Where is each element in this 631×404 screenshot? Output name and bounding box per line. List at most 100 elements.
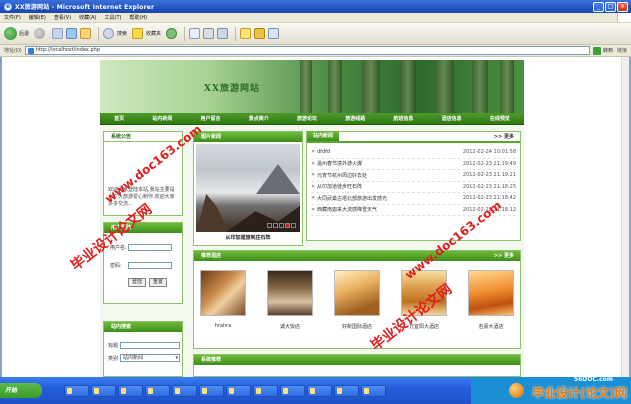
- hotels-more-link[interactable]: >> 更多: [494, 251, 520, 261]
- login-buttons: 登陆 重置: [128, 278, 182, 287]
- favorites-button[interactable]: 收藏夹: [132, 28, 161, 39]
- taskbar-item[interactable]: [361, 384, 386, 397]
- nav-forum[interactable]: 旅游论坛: [297, 115, 317, 122]
- hotel-image[interactable]: [267, 270, 313, 316]
- hotel-card[interactable]: hrahra: [200, 270, 246, 330]
- site-title: XX旅游网站: [204, 84, 260, 94]
- photo-caption[interactable]: 从印加道旅到庄石阵: [194, 234, 302, 241]
- keyword-input[interactable]: [120, 342, 180, 349]
- window-controls: _ □ ×: [593, 1, 628, 12]
- search-button[interactable]: 搜索: [103, 28, 127, 39]
- menu-file[interactable]: 文件(F): [4, 14, 21, 21]
- edit-icon[interactable]: [217, 28, 229, 39]
- hotel-image[interactable]: [200, 270, 246, 316]
- folder-icon[interactable]: [240, 28, 252, 39]
- menu-edit[interactable]: 编辑(E): [29, 14, 46, 21]
- nav-home[interactable]: 首页: [114, 115, 124, 122]
- hotels-panel: 推荐酒店 >> 更多 hrahra 诚大饭店 好新国际酒店 万宜阳大酒店 名豪大…: [193, 250, 521, 349]
- type-label: 类别: [108, 355, 119, 362]
- hotel-card[interactable]: 诚大饭店: [267, 270, 313, 330]
- nav-news[interactable]: 站内新闻: [152, 115, 172, 122]
- taskbar-item[interactable]: [118, 384, 143, 397]
- site-banner: XX旅游网站: [100, 60, 524, 113]
- toolbar-divider: [184, 26, 186, 41]
- back-label: 后退: [19, 31, 30, 37]
- type-select[interactable]: 站内新闻: [120, 354, 180, 362]
- back-arrow-icon: [4, 27, 17, 40]
- menu-view[interactable]: 查看(V): [54, 14, 71, 21]
- browser-toolbar: 后退 搜索 收藏夹: [0, 23, 631, 45]
- nav-guestbook[interactable]: 用户留言: [201, 115, 221, 122]
- reset-button[interactable]: 重置: [149, 278, 168, 287]
- keyword-label: 标题: [108, 343, 119, 349]
- hotel-card[interactable]: 好新国际酒店: [334, 270, 380, 330]
- mail-icon[interactable]: [189, 28, 201, 39]
- hotel-image[interactable]: [468, 270, 514, 316]
- travel-website: XX旅游网站 首页 站内新闻 用户留言 景点简介 旅游论坛 旅游线路 航班信息 …: [100, 60, 524, 377]
- menu-favorites[interactable]: 收藏(A): [79, 14, 96, 21]
- photo-news-title: 图片新闻: [194, 132, 302, 142]
- nav-routes[interactable]: 旅游线路: [345, 115, 365, 122]
- nav-attractions[interactable]: 景点简介: [249, 115, 269, 122]
- menu-help[interactable]: 帮助(H): [129, 14, 147, 21]
- address-input[interactable]: http://localhost/index.php: [24, 46, 590, 55]
- menu-tools[interactable]: 工具(T): [105, 14, 122, 21]
- history-icon[interactable]: [166, 28, 178, 39]
- photo-pager[interactable]: [267, 223, 296, 228]
- star-icon: [132, 28, 144, 39]
- stop-icon[interactable]: [52, 28, 64, 39]
- taskbar-item[interactable]: [172, 384, 197, 397]
- forward-button[interactable]: [34, 28, 47, 39]
- favorites-label: 收藏夹: [146, 31, 162, 37]
- home-icon[interactable]: [80, 28, 92, 39]
- taskbar-item[interactable]: [226, 384, 251, 397]
- nav-hotels[interactable]: 酒店信息: [442, 115, 462, 122]
- recommended-routes-panel: 系统推荐: [193, 354, 521, 377]
- hotel-name[interactable]: 好新国际酒店: [334, 323, 380, 330]
- username-input[interactable]: [128, 244, 172, 251]
- login-button[interactable]: 登陆: [128, 278, 147, 287]
- news-item[interactable]: ✕ 元宵节杭州周边好去处 2012-02-23 21:19:21: [311, 170, 516, 182]
- go-button[interactable]: 转到: [592, 46, 613, 55]
- search-icon: [103, 28, 115, 39]
- maximize-icon[interactable]: □: [605, 1, 616, 12]
- print-icon[interactable]: [203, 28, 215, 39]
- go-label: 转到: [602, 48, 613, 54]
- hotel-name[interactable]: 名豪大酒店: [468, 323, 514, 330]
- taskbar-item[interactable]: [334, 384, 359, 397]
- password-input[interactable]: [128, 262, 172, 269]
- news-more-link[interactable]: >> 更多: [494, 133, 520, 140]
- taskbar-item[interactable]: [307, 384, 332, 397]
- taskbar-item[interactable]: [145, 384, 170, 397]
- taskbar-item[interactable]: [253, 384, 278, 397]
- taskbar-item[interactable]: [64, 384, 89, 397]
- username-row: 用户名:: [110, 244, 182, 251]
- news-item[interactable]: ✕ 大同武桑古塔北部旅游出发感光 2012-02-23 21:18:42: [311, 193, 516, 205]
- close-icon[interactable]: ×: [617, 1, 628, 12]
- back-button[interactable]: 后退: [4, 27, 29, 40]
- taskbar-item[interactable]: [199, 384, 224, 397]
- type-row: 类别 站内新闻: [108, 354, 182, 362]
- messenger-icon[interactable]: [254, 28, 266, 39]
- news-item[interactable]: ✕ dfdfd 2012-02-24 10:01:58: [311, 147, 516, 159]
- keyword-row: 标题: [108, 342, 182, 349]
- news-item[interactable]: ✕ 温州春节境外游火爆 2012-02-23 21:19:49: [311, 159, 516, 170]
- minimize-icon[interactable]: _: [593, 1, 604, 12]
- photo-news-image[interactable]: [196, 144, 300, 232]
- nav-flights[interactable]: 航班信息: [393, 115, 413, 122]
- vertical-scrollbar[interactable]: [621, 57, 629, 377]
- address-label: 地址(D): [4, 48, 22, 54]
- taskbar-item[interactable]: [280, 384, 305, 397]
- hotel-name[interactable]: hrahra: [200, 323, 246, 329]
- hotel-image[interactable]: [334, 270, 380, 316]
- links-label[interactable]: 链接: [617, 47, 627, 54]
- refresh-icon[interactable]: [66, 28, 78, 39]
- hotel-name[interactable]: 诚大饭店: [267, 323, 313, 330]
- news-item[interactable]: ✕ 从印加道徒步旺石阵 2012-02-23 21:18:25: [311, 182, 516, 193]
- taskbar-item[interactable]: [91, 384, 116, 397]
- start-button[interactable]: 开始: [0, 383, 42, 398]
- hotel-card[interactable]: 名豪大酒店: [468, 270, 514, 330]
- research-icon[interactable]: [268, 28, 280, 39]
- nav-preview[interactable]: 在线预览: [490, 115, 510, 122]
- site-news-title: 站内新闻: [307, 131, 340, 141]
